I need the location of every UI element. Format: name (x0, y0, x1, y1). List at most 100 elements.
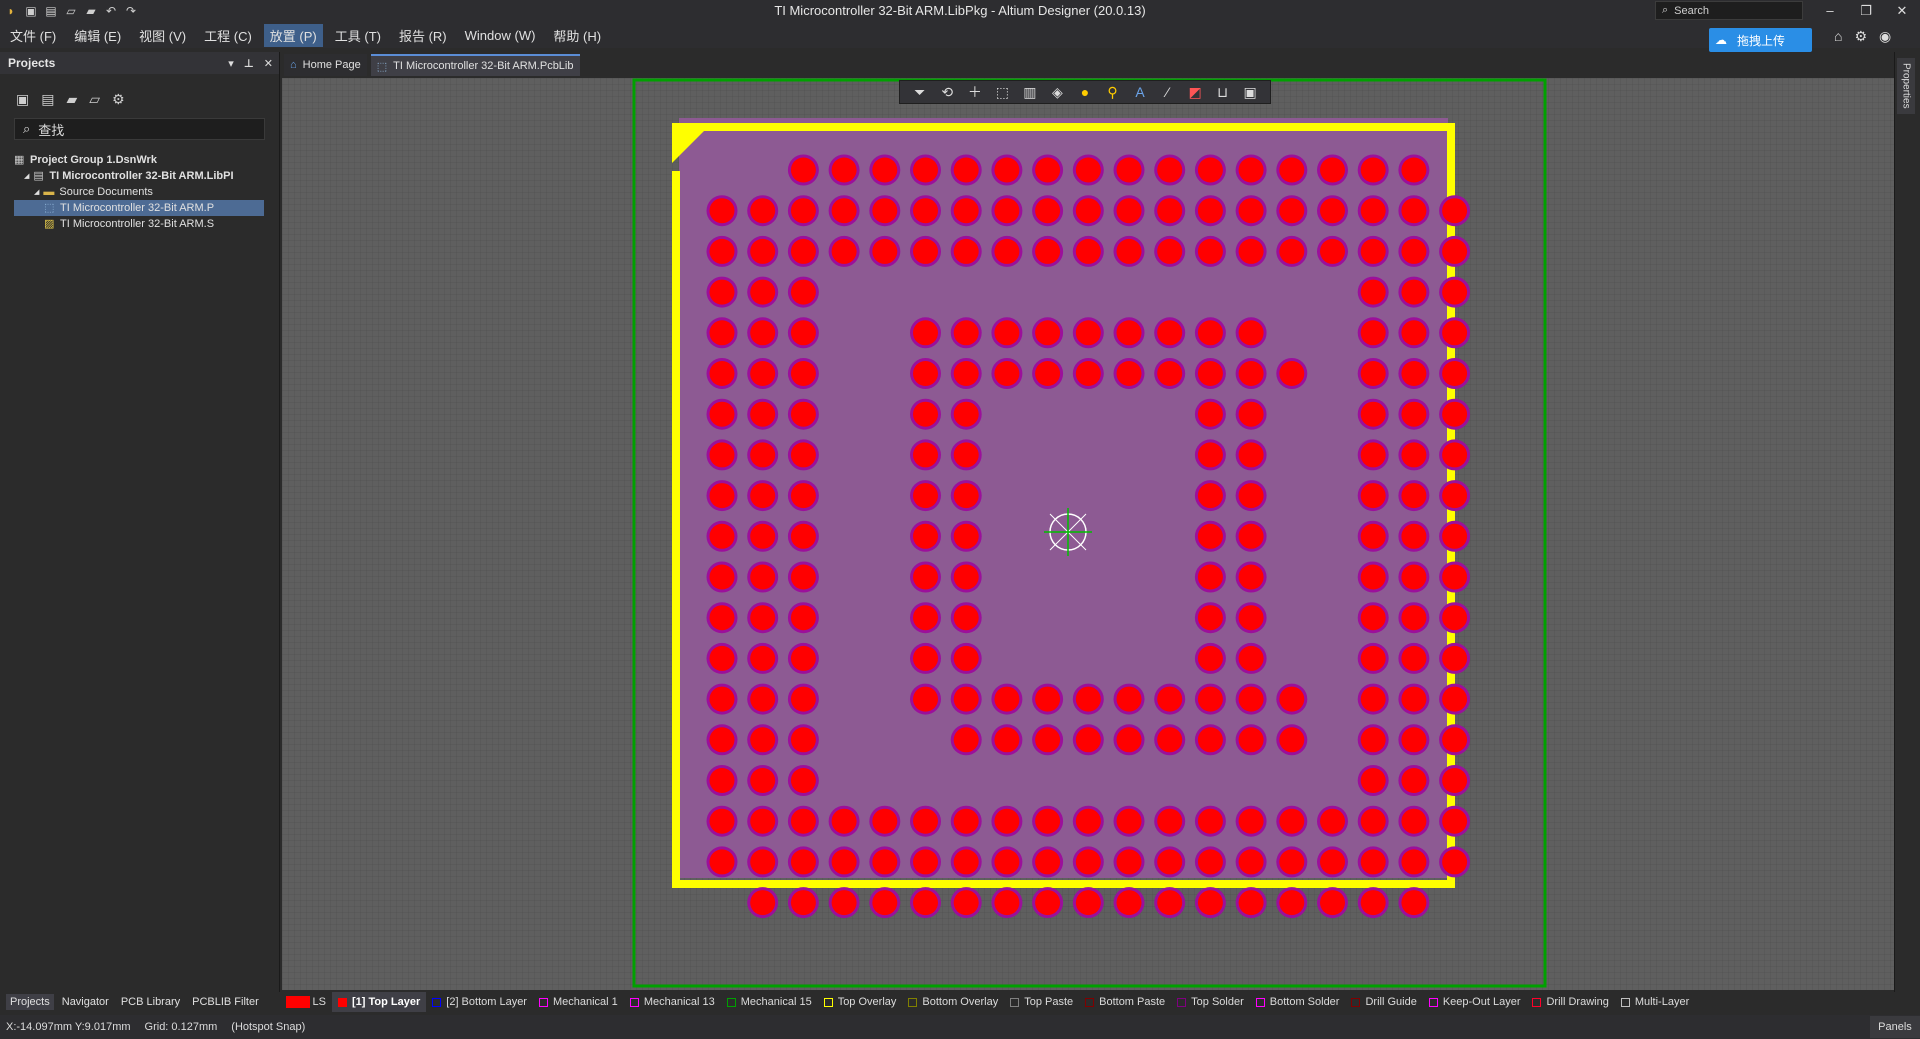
pad[interactable] (828, 805, 860, 837)
layer-tab[interactable]: Bottom Paste (1079, 992, 1171, 1012)
pad[interactable] (1154, 317, 1186, 349)
pad[interactable] (1235, 195, 1267, 227)
pad[interactable] (1398, 154, 1430, 186)
pad[interactable] (950, 846, 982, 878)
pad[interactable] (1398, 683, 1430, 715)
menu-file[interactable]: 文件 (F) (4, 24, 62, 47)
menu-place[interactable]: 放置 (P) (263, 23, 323, 47)
pad[interactable] (1276, 235, 1308, 267)
crosshair-icon[interactable]: ＋ (966, 83, 984, 101)
text-icon[interactable]: A (1131, 83, 1149, 101)
pad[interactable] (1276, 358, 1308, 389)
pad[interactable] (1072, 358, 1104, 389)
pad[interactable] (1113, 683, 1145, 715)
pad[interactable] (706, 724, 738, 756)
pad[interactable] (950, 683, 982, 715)
pad[interactable] (1317, 195, 1348, 227)
pad[interactable] (1398, 805, 1430, 837)
pad[interactable] (869, 846, 901, 878)
save-all-icon[interactable]: ▤ (44, 4, 58, 18)
pad[interactable] (991, 683, 1023, 715)
pad[interactable] (787, 724, 819, 756)
pad[interactable] (1072, 805, 1104, 837)
pad[interactable] (1317, 805, 1348, 837)
pad[interactable] (1235, 317, 1267, 349)
pad[interactable] (706, 439, 738, 471)
pad[interactable] (747, 439, 779, 471)
select-rectangle-icon[interactable]: ⬚ (993, 83, 1011, 101)
redo-icon[interactable]: ↷ (124, 4, 138, 18)
pad[interactable] (1398, 480, 1430, 512)
tab-navigator[interactable]: Navigator (58, 994, 113, 1010)
pad[interactable] (747, 195, 779, 227)
pad[interactable] (1357, 520, 1389, 552)
pad[interactable] (1154, 358, 1186, 389)
close-button[interactable]: ✕ (1884, 0, 1920, 22)
pad[interactable] (1072, 724, 1104, 756)
pad[interactable] (1194, 846, 1226, 878)
pad[interactable] (950, 154, 982, 186)
menu-view[interactable]: 视图 (V) (133, 24, 192, 47)
pad[interactable] (869, 154, 901, 186)
pad[interactable] (950, 480, 982, 512)
pad[interactable] (787, 439, 819, 471)
pad[interactable] (1439, 642, 1471, 674)
panels-button[interactable]: Panels (1870, 1016, 1920, 1038)
layer-tab[interactable]: Mechanical 13 (624, 992, 721, 1012)
pad[interactable] (950, 195, 982, 227)
pad[interactable] (1276, 683, 1308, 715)
layer-tab[interactable]: Bottom Overlay (902, 992, 1004, 1012)
layer-tab[interactable]: [2] Bottom Layer (426, 992, 533, 1012)
layer-tab[interactable]: Multi-Layer (1615, 992, 1695, 1012)
layer-tab[interactable]: [1] Top Layer (332, 992, 427, 1012)
pad[interactable] (1276, 724, 1308, 756)
pcb-canvas[interactable]: ⏷ ⟲ ＋ ⬚ ▥ ◈ ● ⚲ A ⁄ ◩ ⊔ ▣ (282, 78, 1894, 990)
pad[interactable] (747, 887, 779, 919)
pad[interactable] (1439, 846, 1471, 878)
close-icon[interactable]: ✕ (264, 57, 273, 70)
pad[interactable] (1357, 358, 1389, 389)
menu-reports[interactable]: 报告 (R) (393, 24, 453, 47)
pad[interactable] (1357, 480, 1389, 512)
pad[interactable] (1235, 439, 1267, 471)
restore-button[interactable]: ❐ (1848, 0, 1884, 22)
pad[interactable] (787, 887, 819, 919)
pad[interactable] (1357, 765, 1389, 796)
pad[interactable] (910, 642, 941, 674)
pad[interactable] (1194, 520, 1226, 552)
pad[interactable] (1398, 439, 1430, 471)
pad[interactable] (950, 561, 982, 593)
layer-tab[interactable]: Keep-Out Layer (1423, 992, 1527, 1012)
filter-icon[interactable]: ⏷ (911, 83, 929, 101)
pad[interactable] (1439, 683, 1471, 715)
upload-button[interactable]: ☁ 拖拽上传 (1709, 28, 1812, 52)
pad[interactable] (1235, 480, 1267, 512)
pad[interactable] (1235, 235, 1267, 267)
pad[interactable] (1194, 602, 1226, 634)
pad[interactable] (747, 642, 779, 674)
pad[interactable] (747, 398, 779, 430)
pad[interactable] (828, 154, 860, 186)
pad[interactable] (1398, 765, 1430, 796)
layer-set-button[interactable]: LS (286, 995, 326, 1009)
pad[interactable] (1113, 805, 1145, 837)
pad[interactable] (1032, 235, 1064, 267)
pad[interactable] (910, 358, 941, 389)
pad[interactable] (869, 235, 901, 267)
pad[interactable] (747, 724, 779, 756)
open-folder-icon[interactable]: ▱ (64, 4, 78, 18)
pad[interactable] (747, 358, 779, 389)
route-icon[interactable]: ⟲ (938, 83, 956, 101)
pad[interactable] (1357, 846, 1389, 878)
align-icon[interactable]: ▥ (1021, 83, 1039, 101)
pad[interactable] (706, 276, 738, 308)
pin-icon[interactable]: ⊥ (244, 57, 254, 70)
pad[interactable] (1235, 846, 1267, 878)
pad[interactable] (1357, 276, 1389, 308)
pad[interactable] (706, 642, 738, 674)
pad[interactable] (910, 195, 941, 227)
layer-tab[interactable]: Mechanical 15 (721, 992, 818, 1012)
pad[interactable] (1194, 439, 1226, 471)
pad[interactable] (1357, 602, 1389, 634)
pad[interactable] (1357, 642, 1389, 674)
